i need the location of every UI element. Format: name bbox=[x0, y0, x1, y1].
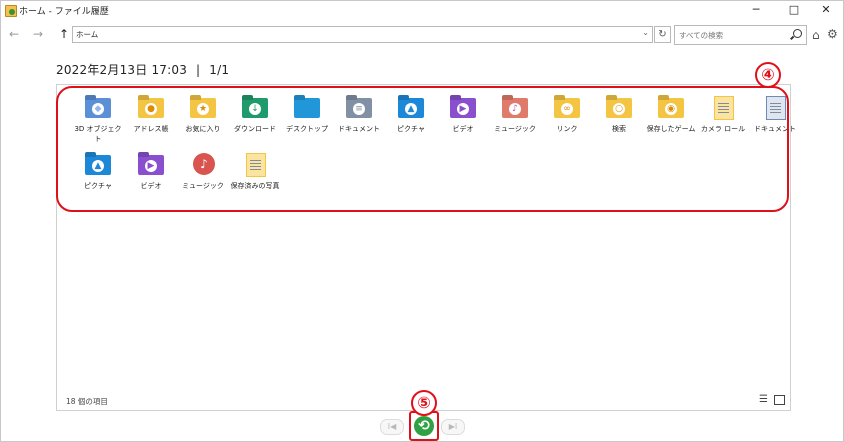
annotation-box-4 bbox=[56, 86, 789, 212]
home-icon[interactable]: ⌂ bbox=[812, 28, 820, 42]
minimize-button[interactable]: ─ bbox=[739, 1, 773, 21]
search-icon[interactable] bbox=[793, 29, 802, 38]
details-view-icon[interactable]: ☰ bbox=[759, 394, 768, 405]
up-button[interactable]: ↑ bbox=[57, 26, 71, 42]
refresh-button[interactable]: ↻ bbox=[654, 26, 671, 43]
file-history-window: ホーム - ファイル履歴 ─ □ ✕ ← → ↑ ホーム ⌄ ↻ ⌂ ⚙ 202… bbox=[0, 0, 844, 442]
backup-date: 2022年2月13日 17:03 bbox=[56, 63, 188, 77]
previous-version-button[interactable]: I◀ bbox=[380, 419, 404, 435]
title-bar: ホーム - ファイル履歴 ─ □ ✕ bbox=[1, 1, 843, 21]
backup-date-header: 2022年2月13日 17:03 | 1/1 bbox=[56, 61, 229, 78]
tile-view-icon[interactable] bbox=[774, 395, 785, 405]
maximize-button[interactable]: □ bbox=[777, 1, 811, 21]
gear-icon[interactable]: ⚙ bbox=[827, 27, 838, 41]
next-version-button[interactable]: ▶I bbox=[441, 419, 465, 435]
back-button[interactable]: ← bbox=[7, 26, 21, 42]
backup-page: 1/1 bbox=[209, 63, 230, 77]
close-button[interactable]: ✕ bbox=[809, 1, 843, 21]
search-box[interactable] bbox=[674, 25, 807, 45]
forward-button[interactable]: → bbox=[31, 26, 45, 42]
window-title: ホーム - ファイル履歴 bbox=[19, 7, 109, 17]
address-bar[interactable]: ホーム ⌄ bbox=[72, 26, 653, 43]
address-value: ホーム bbox=[76, 30, 99, 39]
header-separator: | bbox=[196, 63, 201, 77]
restore-icon: ⟲ bbox=[414, 416, 434, 436]
item-count: 18 個の項目 bbox=[66, 397, 108, 406]
callout-5: ⑤ bbox=[411, 390, 437, 416]
file-history-app-icon bbox=[5, 5, 17, 17]
chevron-down-icon[interactable]: ⌄ bbox=[642, 28, 649, 37]
callout-4: ④ bbox=[755, 62, 781, 88]
search-input[interactable] bbox=[677, 28, 781, 42]
